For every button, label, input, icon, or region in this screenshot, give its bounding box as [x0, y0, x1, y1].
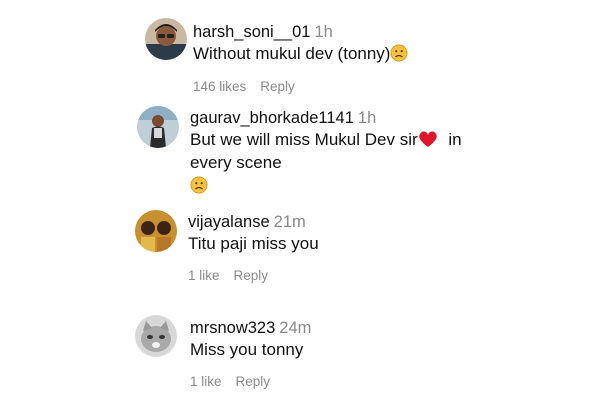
- reply-button[interactable]: Reply: [260, 79, 295, 94]
- comment-text-content: Without mukul dev (tonny): [193, 44, 391, 63]
- timestamp: 1h: [314, 23, 333, 41]
- comment-text: Titu paji miss you: [188, 234, 319, 253]
- timestamp: 21m: [273, 213, 306, 231]
- likes-count[interactable]: 1 like: [188, 268, 220, 283]
- avatar[interactable]: [135, 315, 177, 357]
- comment-text: Miss you tonny: [190, 340, 304, 359]
- username[interactable]: mrsnow323: [190, 319, 275, 337]
- username[interactable]: vijayalanse: [188, 213, 270, 231]
- username[interactable]: harsh_soni__01: [193, 23, 310, 41]
- comment-text-line1-end: in: [443, 130, 462, 149]
- avatar[interactable]: [137, 106, 179, 148]
- comment-actions: 146 likes Reply: [193, 79, 408, 94]
- comment-text-line1: But we will miss Mukul Dev sir: [190, 130, 418, 149]
- comment-text: Without mukul dev (tonny): [193, 42, 408, 65]
- avatar[interactable]: [135, 210, 177, 252]
- comment-text: But we will miss Mukul Dev sir in: [190, 128, 462, 151]
- likes-count[interactable]: 1 like: [190, 374, 222, 389]
- username[interactable]: gaurav_bhorkade1141: [190, 109, 354, 127]
- cat-photo-icon: [135, 315, 177, 357]
- user-photo-icon: [145, 18, 187, 60]
- reply-button[interactable]: Reply: [236, 374, 271, 389]
- comment-actions: 1 like Reply: [190, 374, 311, 389]
- user-photo-icon: [135, 210, 177, 252]
- comment-actions: 1 like Reply: [188, 268, 319, 283]
- red-heart-emoji-icon: [418, 130, 438, 148]
- avatar[interactable]: [145, 18, 187, 60]
- user-photo-icon: [137, 106, 179, 148]
- sad-face-emoji-icon: [190, 176, 208, 194]
- timestamp: 24m: [279, 319, 312, 337]
- timestamp: 1h: [357, 109, 377, 127]
- sad-face-emoji-icon: [390, 44, 408, 62]
- reply-button[interactable]: Reply: [234, 268, 269, 283]
- comment-text-line2: every scene: [190, 153, 282, 172]
- likes-count[interactable]: 146 likes: [193, 79, 246, 94]
